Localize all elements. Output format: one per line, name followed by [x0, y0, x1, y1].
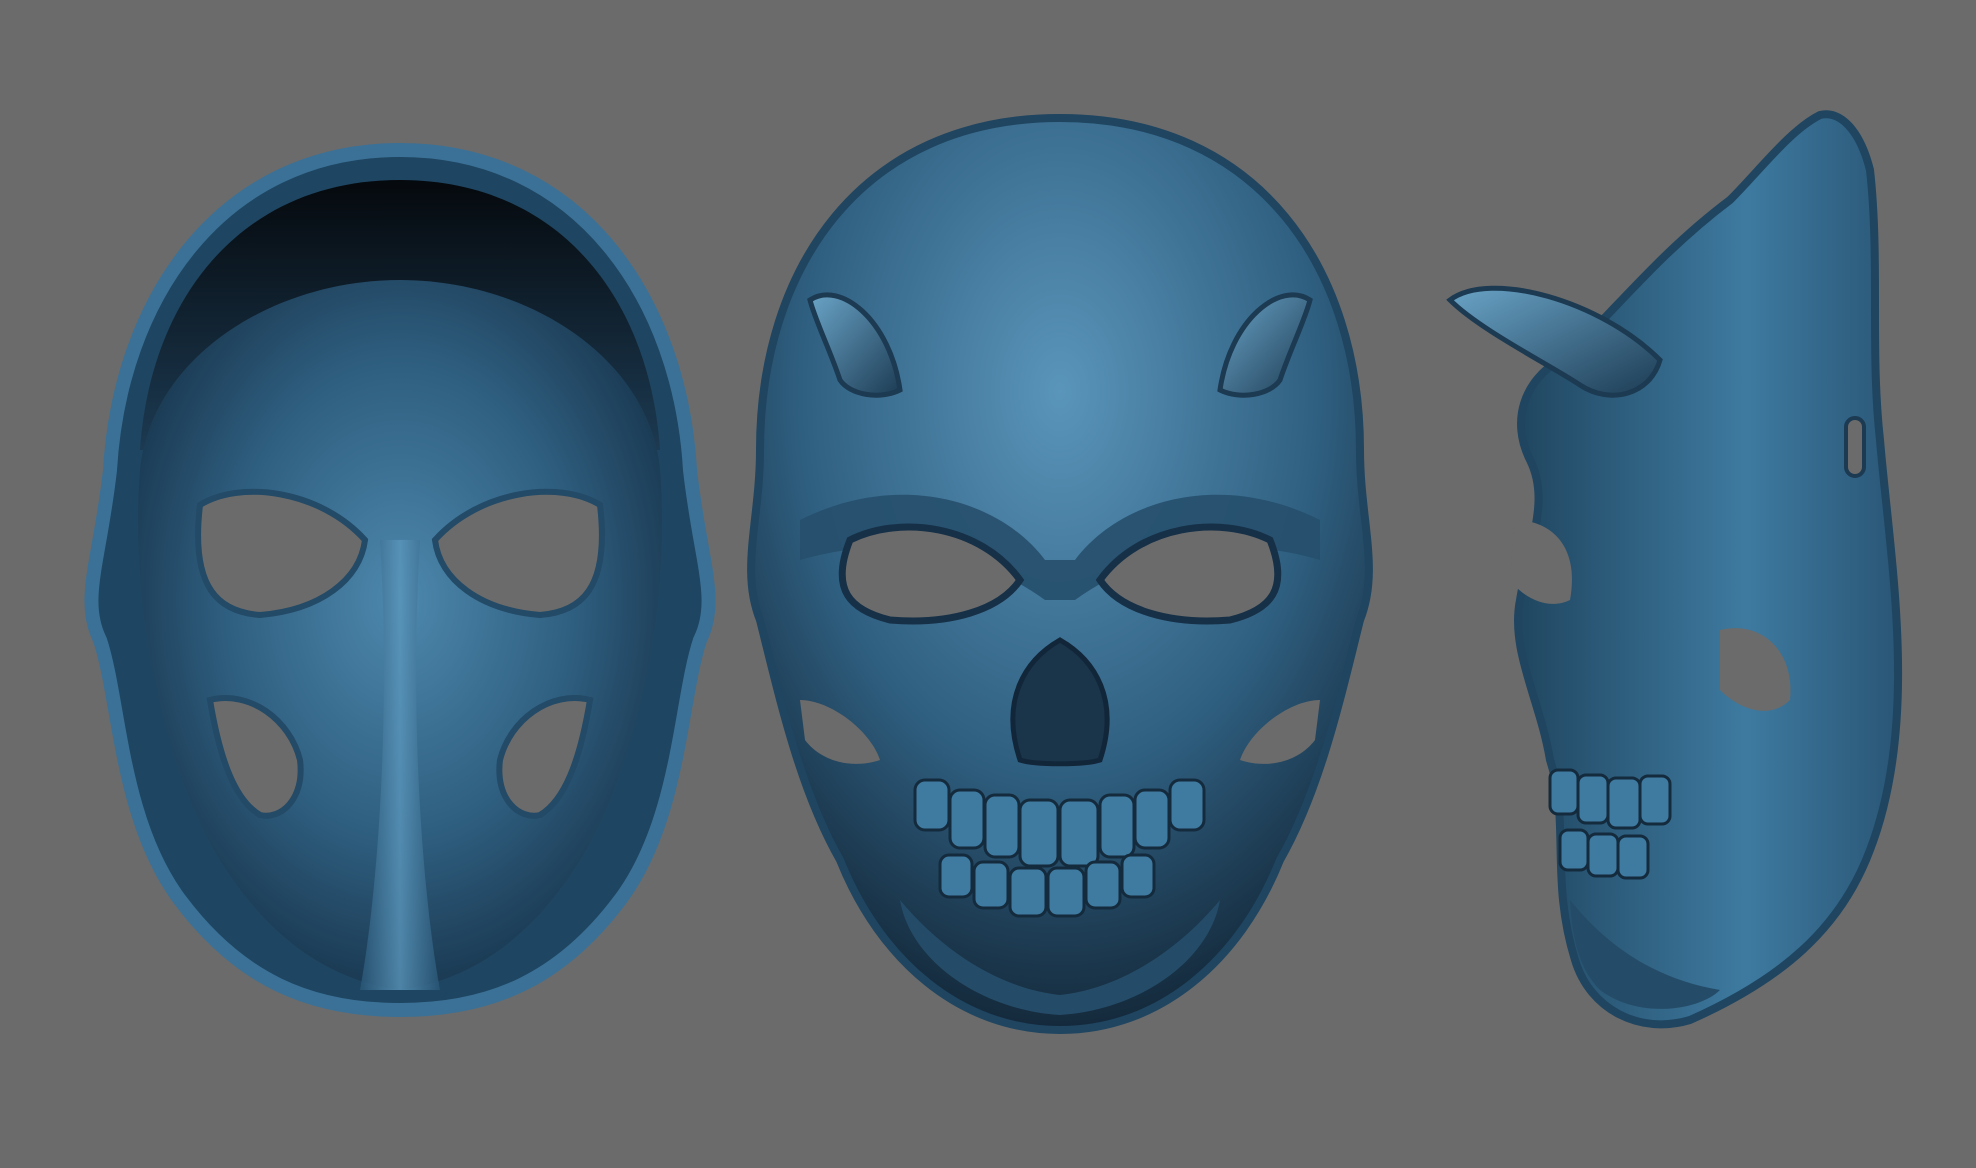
- viewport-canvas: [0, 0, 1976, 1168]
- mask-back-view: [60, 0, 750, 1168]
- mask-interior-render: [84, 142, 716, 1018]
- demon-skull-front-render: [747, 113, 1373, 1035]
- mask-front-view: [700, 0, 1420, 1168]
- mask-side-view: [1400, 0, 1976, 1168]
- demon-skull-side-render: [1446, 110, 1903, 1029]
